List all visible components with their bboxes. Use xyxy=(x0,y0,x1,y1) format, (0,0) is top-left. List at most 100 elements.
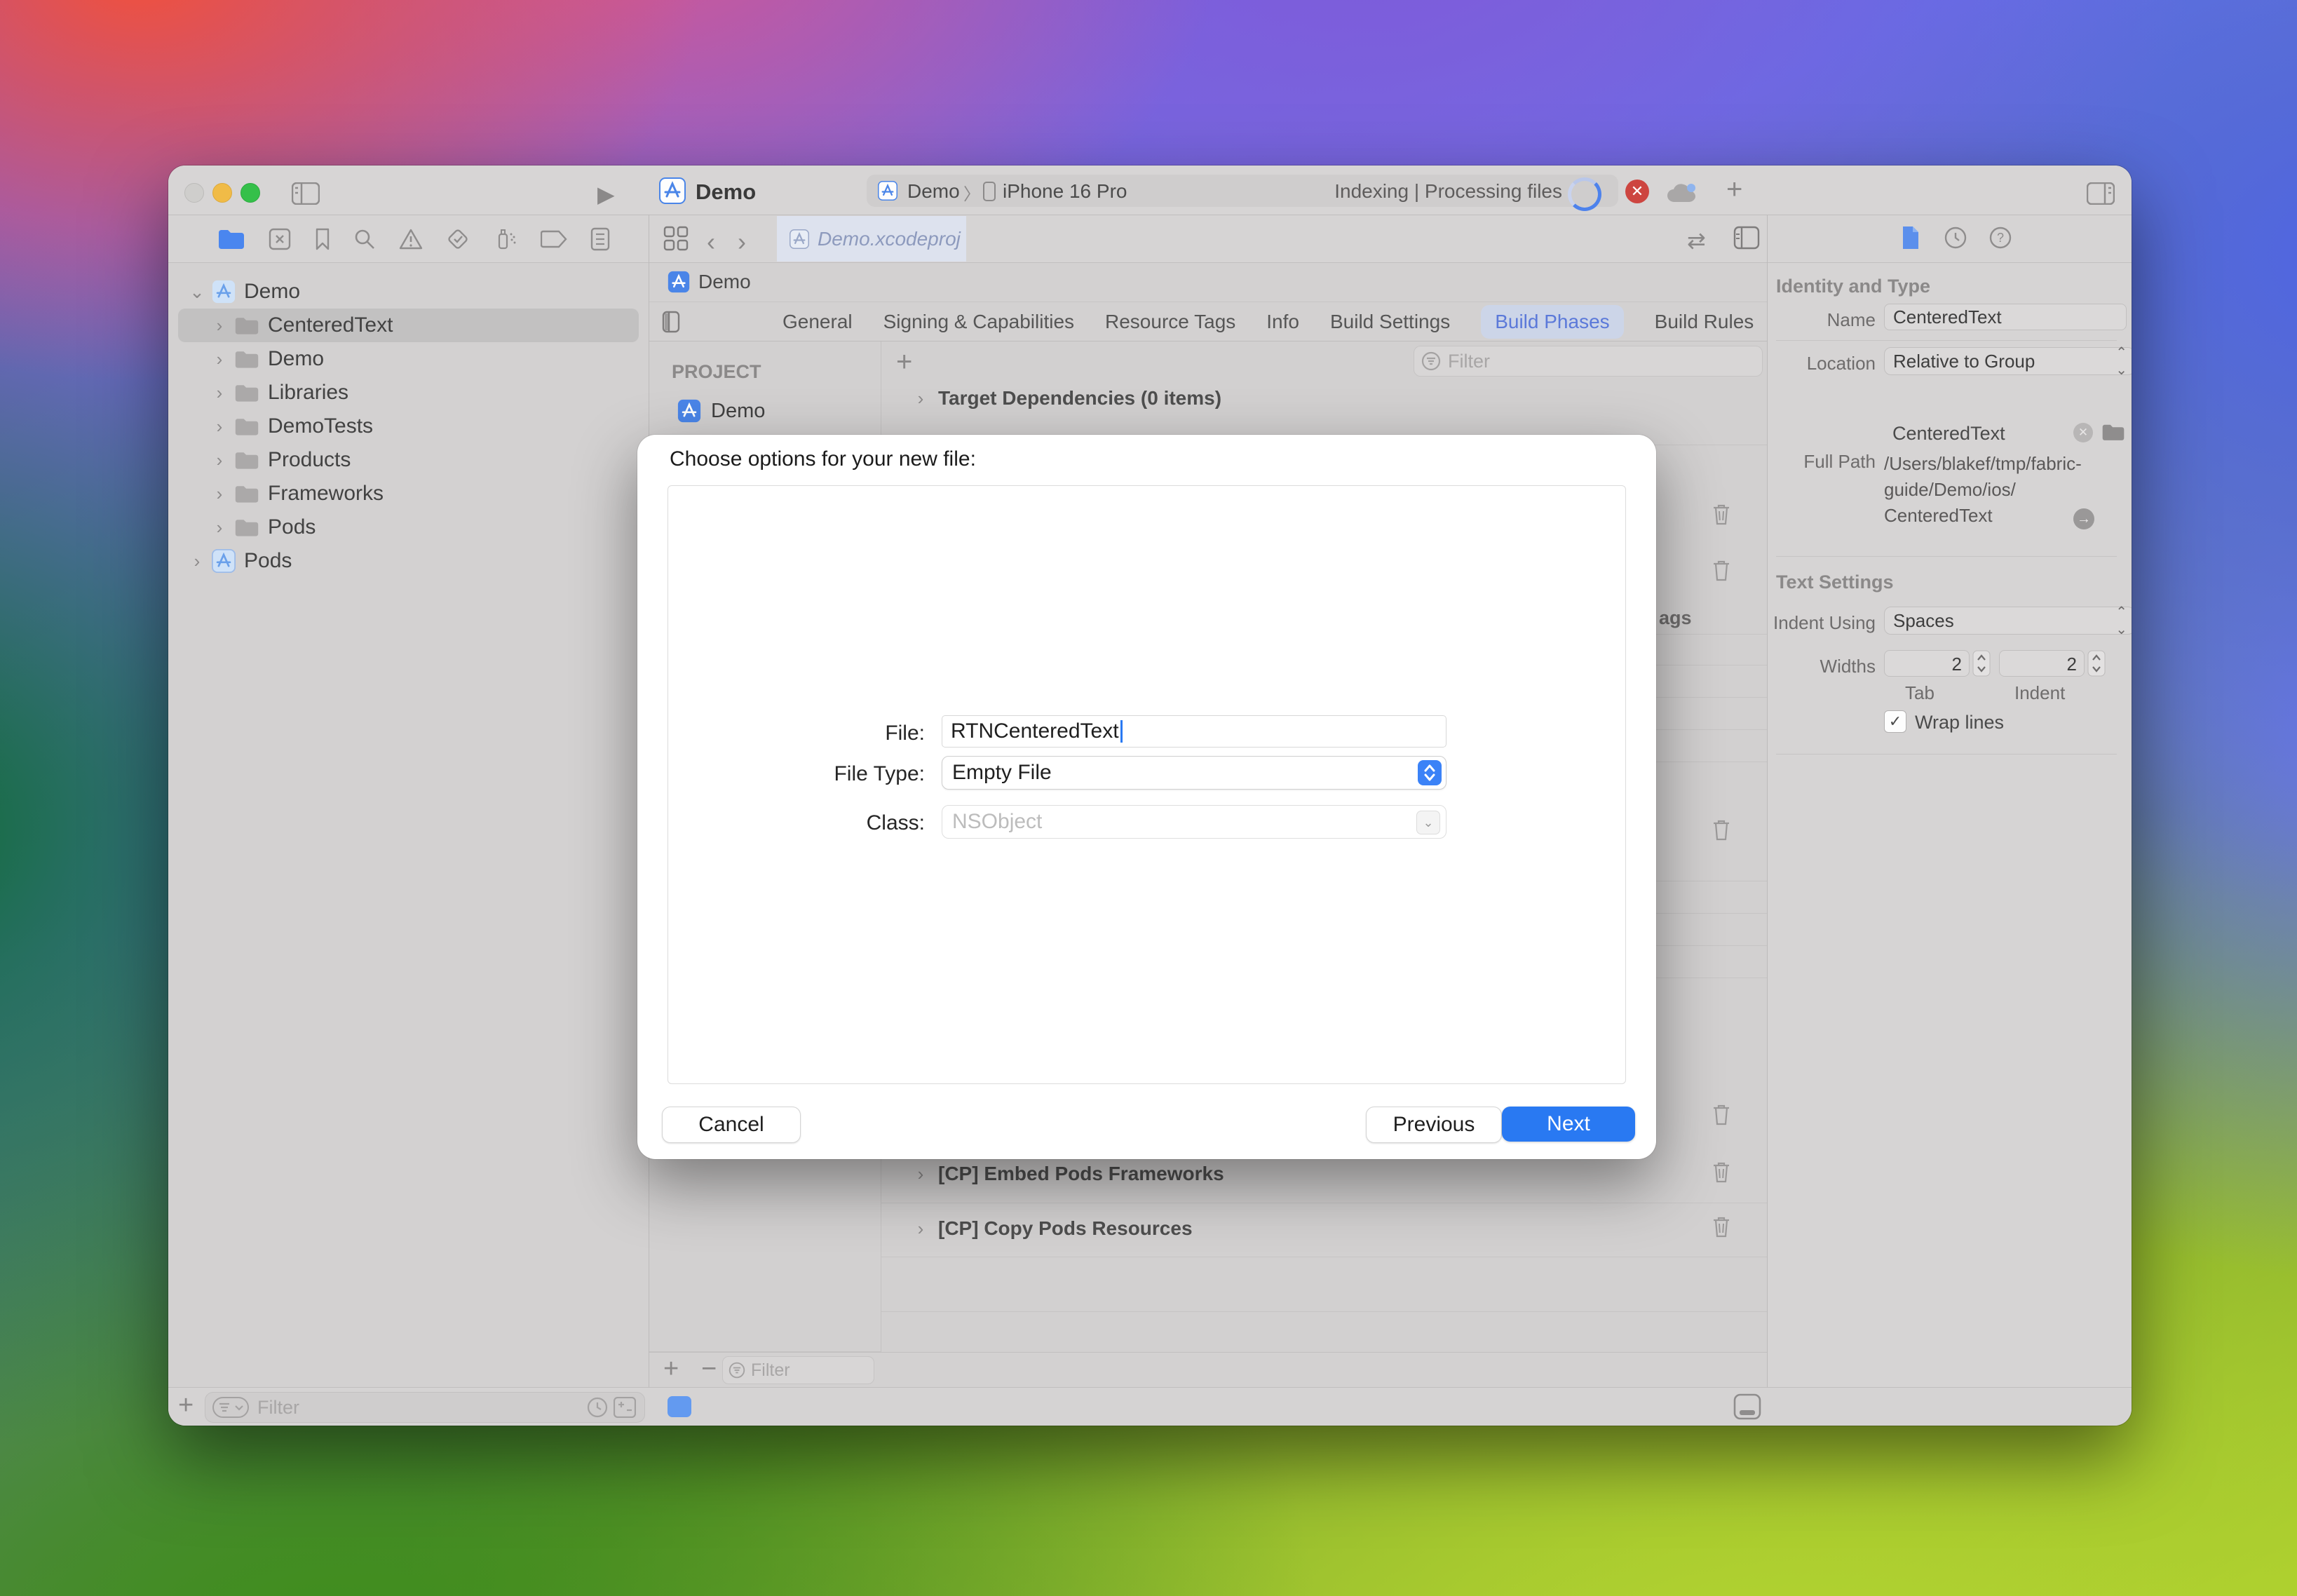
copy-pods-row[interactable]: › [CP] Copy Pods Resources xyxy=(912,1217,1193,1240)
help-inspector-icon[interactable]: ? xyxy=(1989,226,2012,249)
tree-item-demo-folder[interactable]: › Demo xyxy=(168,342,649,376)
zoom-button[interactable] xyxy=(240,183,260,203)
jumpbar-item[interactable]: Demo xyxy=(698,271,751,293)
trash-icon[interactable] xyxy=(1711,1215,1732,1238)
project-navigator-icon[interactable] xyxy=(217,229,245,250)
chevron-right-icon[interactable]: › xyxy=(210,483,229,505)
breakpoint-navigator-icon[interactable] xyxy=(541,230,567,248)
chevron-right-icon[interactable]: › xyxy=(210,382,229,404)
tab-build-settings[interactable]: Build Settings xyxy=(1330,311,1450,333)
run-button[interactable]: ▶ xyxy=(597,181,615,208)
recents-clock-icon[interactable] xyxy=(587,1397,608,1418)
add-editor-icon[interactable] xyxy=(1733,226,1760,250)
tab-width-stepper[interactable] xyxy=(1972,650,1991,677)
file-inspector-icon[interactable] xyxy=(1901,225,1920,250)
embed-pods-row[interactable]: › [CP] Embed Pods Frameworks xyxy=(912,1163,1224,1185)
class-combo-field[interactable]: NSObject ⌄ xyxy=(942,805,1446,839)
cloud-icon[interactable] xyxy=(1666,182,1697,203)
indent-using-popup[interactable]: Spaces ⌃⌄ xyxy=(1884,607,2132,635)
find-navigator-icon[interactable] xyxy=(353,228,376,250)
indent-width-field[interactable]: 2 xyxy=(1999,650,2085,677)
test-navigator-icon[interactable] xyxy=(446,227,470,251)
chevron-right-icon[interactable]: › xyxy=(210,416,229,438)
history-inspector-icon[interactable] xyxy=(1944,226,1967,249)
tree-item-frameworks[interactable]: › Frameworks xyxy=(168,477,649,510)
trash-icon[interactable] xyxy=(1711,1102,1732,1126)
file-name-input[interactable]: RTNCenteredText xyxy=(942,715,1446,748)
open-path-arrow-icon[interactable]: → xyxy=(2073,508,2094,529)
source-control-navigator-icon[interactable] xyxy=(269,228,291,250)
chevron-right-icon[interactable]: › xyxy=(210,449,229,471)
forward-button[interactable]: › xyxy=(738,227,746,257)
tree-item-pods-project[interactable]: › Pods xyxy=(168,544,649,578)
bookmark-navigator-icon[interactable] xyxy=(315,228,330,250)
filter-bar-toggle-icon[interactable] xyxy=(668,1396,691,1417)
close-button[interactable] xyxy=(184,183,204,203)
tab-overview-icon[interactable] xyxy=(663,226,689,251)
inspector-toggle-icon[interactable] xyxy=(2087,182,2115,205)
trash-icon[interactable] xyxy=(1711,1160,1732,1184)
scheme-status-pill[interactable]: Demo 〉 iPhone 16 Pro Indexing | Processi… xyxy=(867,175,1618,207)
add-toolbar-button[interactable]: + xyxy=(1726,174,1742,205)
tree-item-pods-folder[interactable]: › Pods xyxy=(168,510,649,544)
project-column-item[interactable]: Demo xyxy=(677,399,765,423)
tab-info[interactable]: Info xyxy=(1266,311,1299,333)
chevron-right-icon[interactable]: › xyxy=(188,550,206,572)
issue-navigator-icon[interactable] xyxy=(399,228,423,250)
chevron-down-icon[interactable]: ⌄ xyxy=(188,281,206,303)
add-target-button[interactable]: + xyxy=(663,1354,679,1384)
clear-location-icon[interactable]: ✕ xyxy=(2073,423,2093,442)
previous-button[interactable]: Previous xyxy=(1366,1107,1502,1143)
tree-item-centeredtext[interactable]: › CenteredText xyxy=(178,309,639,342)
trash-icon[interactable] xyxy=(1711,558,1732,582)
trash-icon[interactable] xyxy=(1711,818,1732,841)
name-field[interactable]: CenteredText xyxy=(1884,304,2127,330)
trash-icon[interactable] xyxy=(1711,502,1732,526)
tree-item-demotests[interactable]: › DemoTests xyxy=(168,410,649,443)
indent-width-stepper[interactable] xyxy=(2087,650,2106,677)
activity-status-text[interactable]: Indexing | Processing files xyxy=(1334,180,1562,203)
add-file-button[interactable]: + xyxy=(178,1391,194,1421)
wrap-lines-checkbox[interactable]: ✓ xyxy=(1884,710,1906,733)
tab-build-phases[interactable]: Build Phases xyxy=(1481,305,1623,339)
tab-resource-tags[interactable]: Resource Tags xyxy=(1105,311,1235,333)
debug-area-toggle-icon[interactable] xyxy=(1733,1393,1761,1420)
chevron-right-icon[interactable]: › xyxy=(912,388,930,410)
chevron-right-icon[interactable]: › xyxy=(912,1163,930,1185)
tab-signing-capabilities[interactable]: Signing & Capabilities xyxy=(883,311,1074,333)
add-build-phase-button[interactable]: + xyxy=(896,346,912,378)
navigator-toggle-icon[interactable] xyxy=(292,182,320,205)
error-badge-icon[interactable]: ✕ xyxy=(1625,180,1649,203)
debug-navigator-icon[interactable] xyxy=(494,227,517,251)
tab-width-field[interactable]: 2 xyxy=(1884,650,1970,677)
report-navigator-icon[interactable] xyxy=(590,227,610,251)
next-button[interactable]: Next xyxy=(1502,1107,1635,1142)
back-button[interactable]: ‹ xyxy=(707,227,715,257)
targets-filter-field[interactable]: Filter xyxy=(722,1356,874,1384)
file-type-popup[interactable]: Empty File xyxy=(942,756,1446,790)
tree-item-products[interactable]: › Products xyxy=(168,443,649,477)
navigator-filter-field[interactable]: Filter xyxy=(205,1392,645,1423)
chevron-right-icon[interactable]: › xyxy=(210,349,229,370)
scheme-target[interactable]: Demo xyxy=(907,180,960,203)
column-toggle-icon[interactable] xyxy=(662,311,680,333)
tab-general[interactable]: General xyxy=(782,311,853,333)
filter-menu-icon[interactable] xyxy=(212,1397,249,1418)
minimize-button[interactable] xyxy=(212,183,232,203)
location-popup[interactable]: Relative to Group ⌃⌄ xyxy=(1884,347,2132,375)
cancel-button[interactable]: Cancel xyxy=(662,1107,801,1143)
tree-item-libraries[interactable]: › Libraries xyxy=(168,376,649,410)
scheme-device[interactable]: iPhone 16 Pro xyxy=(1003,180,1127,203)
chevron-right-icon[interactable]: › xyxy=(210,315,229,337)
tree-item-demo-project[interactable]: ⌄ Demo xyxy=(168,275,649,309)
choose-folder-icon[interactable] xyxy=(2101,423,2125,441)
swap-editor-icon[interactable]: ⇄ xyxy=(1687,227,1706,254)
chevron-right-icon[interactable]: › xyxy=(912,1218,930,1240)
scm-status-filter-icon[interactable] xyxy=(614,1397,636,1418)
remove-target-button[interactable]: − xyxy=(701,1354,717,1384)
target-dependencies-row[interactable]: › Target Dependencies (0 items) xyxy=(912,387,1221,410)
chevron-right-icon[interactable]: › xyxy=(210,517,229,539)
editor-file-tab[interactable]: Demo.xcodeproj xyxy=(777,216,966,262)
build-phases-filter-field[interactable]: Filter xyxy=(1414,346,1763,377)
tab-build-rules[interactable]: Build Rules xyxy=(1655,311,1754,333)
